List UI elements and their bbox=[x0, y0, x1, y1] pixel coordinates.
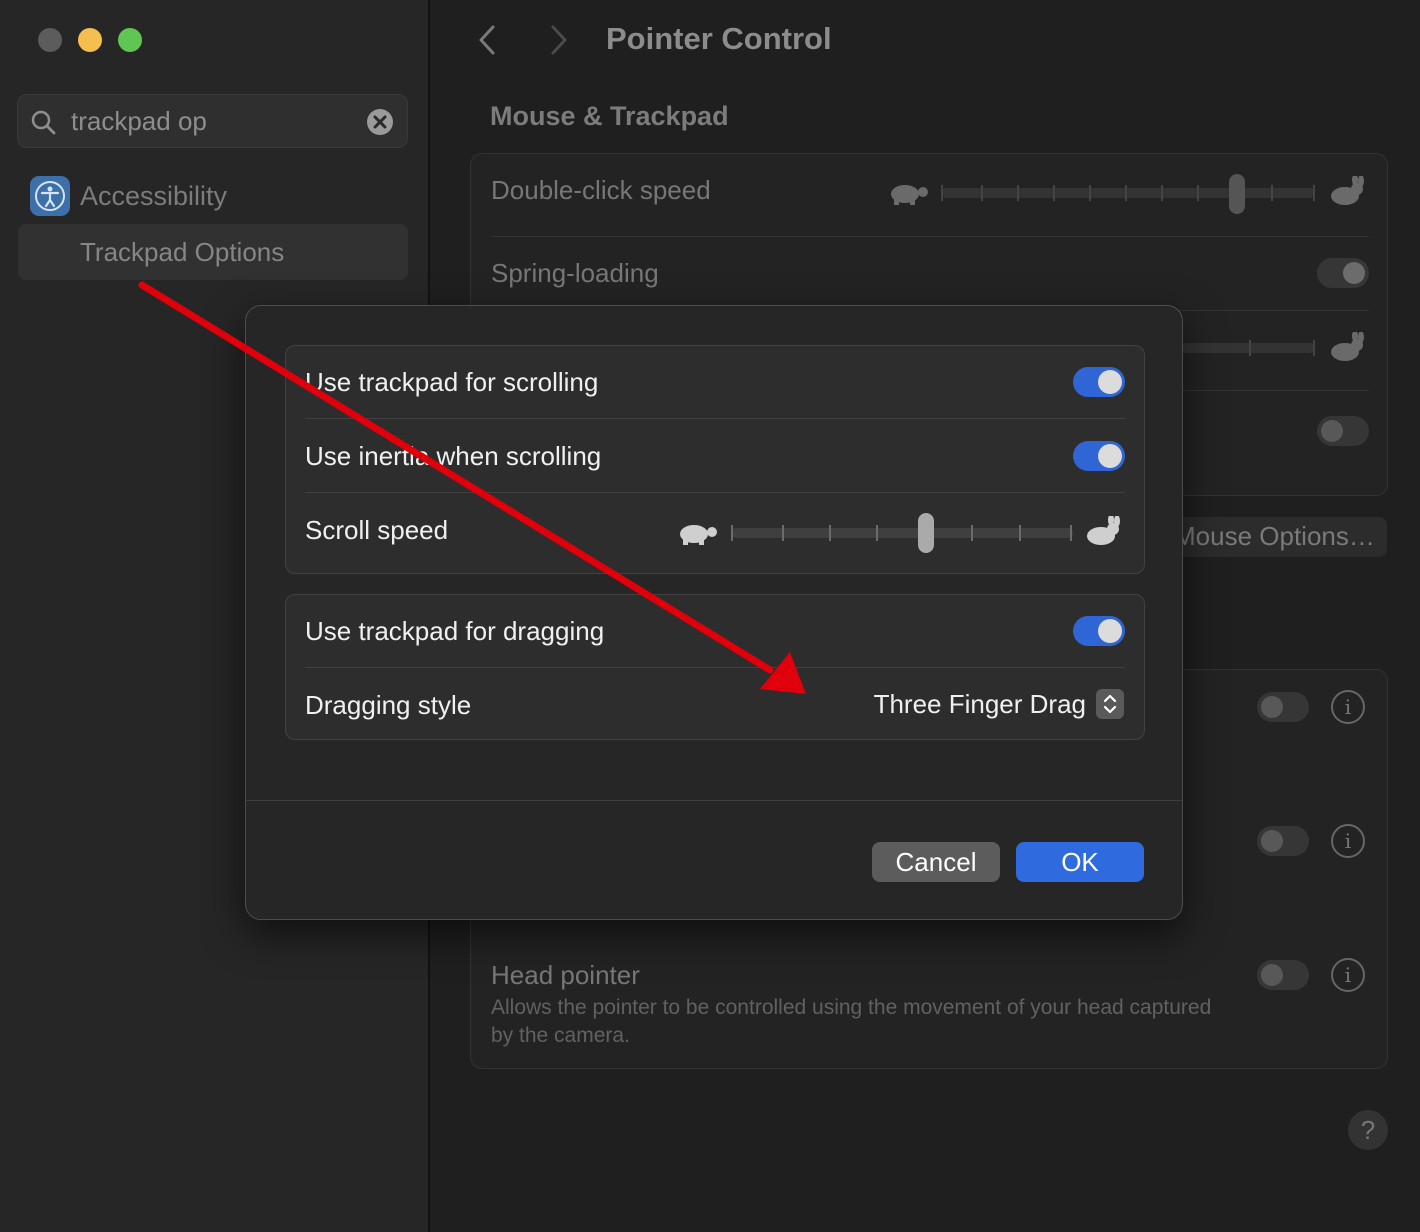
separator bbox=[305, 418, 1125, 419]
search-input[interactable]: trackpad op bbox=[71, 106, 207, 137]
sidebar-item-trackpad-options[interactable]: Trackpad Options bbox=[18, 224, 408, 280]
spring-loading-toggle[interactable] bbox=[1317, 258, 1369, 288]
trackpad-options-dialog: Use trackpad for scrolling Use inertia w… bbox=[245, 305, 1183, 920]
slider-tick bbox=[876, 525, 878, 541]
rabbit-icon bbox=[1331, 176, 1364, 205]
separator bbox=[491, 236, 1369, 237]
turtle-icon bbox=[891, 185, 928, 205]
hidden-slider[interactable] bbox=[1181, 343, 1315, 353]
slider-tick bbox=[971, 525, 973, 541]
slider-tick bbox=[1070, 525, 1072, 541]
info-icon[interactable]: i bbox=[1331, 958, 1365, 992]
dialog-divider bbox=[246, 800, 1182, 801]
info-icon[interactable]: i bbox=[1331, 824, 1365, 858]
back-icon[interactable] bbox=[476, 24, 500, 56]
section-heading: Mouse & Trackpad bbox=[490, 101, 729, 131]
setting-toggle[interactable] bbox=[1257, 826, 1309, 856]
use-inertia-label: Use inertia when scrolling bbox=[305, 441, 602, 471]
use-scrolling-toggle[interactable] bbox=[1073, 367, 1125, 397]
slider-tick bbox=[829, 525, 831, 541]
head-pointer-description: Allows the pointer to be controlled usin… bbox=[491, 996, 1212, 1047]
rabbit-icon bbox=[1331, 332, 1364, 361]
double-click-ticks bbox=[941, 185, 1315, 201]
forward-icon[interactable] bbox=[546, 24, 570, 56]
use-inertia-toggle[interactable] bbox=[1073, 441, 1125, 471]
scroll-speed-label: Scroll speed bbox=[305, 515, 449, 545]
use-dragging-toggle[interactable] bbox=[1073, 616, 1125, 646]
slider-tick bbox=[1019, 525, 1021, 541]
spring-loading-label: Spring-loading bbox=[491, 258, 659, 288]
setting-toggle[interactable] bbox=[1317, 416, 1369, 446]
search-field[interactable]: trackpad op bbox=[17, 94, 408, 148]
mouse-options-button[interactable]: Mouse Options… bbox=[1160, 517, 1387, 557]
use-dragging-label: Use trackpad for dragging bbox=[305, 616, 605, 646]
minimize-window-button[interactable] bbox=[78, 28, 102, 52]
sidebar-item-accessibility[interactable]: Accessibility bbox=[80, 181, 227, 212]
dragging-style-value: Three Finger Drag bbox=[873, 688, 1086, 719]
rabbit-icon bbox=[1087, 516, 1120, 545]
info-icon[interactable]: i bbox=[1331, 690, 1365, 724]
separator bbox=[305, 492, 1125, 493]
cancel-button[interactable]: Cancel bbox=[872, 842, 1000, 882]
clear-search-icon[interactable] bbox=[367, 109, 393, 135]
dragging-style-label: Dragging style bbox=[305, 690, 472, 720]
ok-button[interactable]: OK bbox=[1016, 842, 1144, 882]
dragging-style-popup[interactable]: Three Finger Drag bbox=[874, 688, 1124, 720]
maximize-window-button[interactable] bbox=[118, 28, 142, 52]
search-icon bbox=[31, 110, 56, 135]
scroll-speed-slider-thumb[interactable] bbox=[917, 513, 934, 553]
head-pointer-toggle[interactable] bbox=[1257, 960, 1309, 990]
sidebar-item-label: Trackpad Options bbox=[80, 237, 285, 267]
dragging-group: Use trackpad for dragging Dragging style… bbox=[285, 594, 1145, 740]
cancel-label: Cancel bbox=[895, 847, 977, 877]
slider-tick bbox=[1249, 340, 1251, 356]
slider-tick bbox=[731, 525, 733, 541]
turtle-icon bbox=[680, 525, 717, 545]
use-scrolling-label: Use trackpad for scrolling bbox=[305, 367, 599, 397]
help-button[interactable]: ? bbox=[1348, 1110, 1388, 1150]
ok-label: OK bbox=[1061, 847, 1099, 877]
close-window-button[interactable] bbox=[38, 28, 62, 52]
slider-tick bbox=[782, 525, 784, 541]
scrolling-group: Use trackpad for scrolling Use inertia w… bbox=[285, 345, 1145, 574]
separator bbox=[305, 667, 1125, 668]
mouse-options-label: Mouse Options… bbox=[1174, 521, 1375, 551]
slider-tick bbox=[1313, 340, 1315, 356]
double-click-slider-thumb[interactable] bbox=[1229, 174, 1245, 214]
page-title: Pointer Control bbox=[606, 21, 832, 56]
chevron-up-down-icon bbox=[1096, 689, 1124, 719]
head-pointer-label: Head pointer bbox=[491, 960, 640, 990]
setting-toggle[interactable] bbox=[1257, 692, 1309, 722]
double-click-speed-label: Double-click speed bbox=[491, 175, 711, 205]
accessibility-icon bbox=[30, 176, 70, 216]
